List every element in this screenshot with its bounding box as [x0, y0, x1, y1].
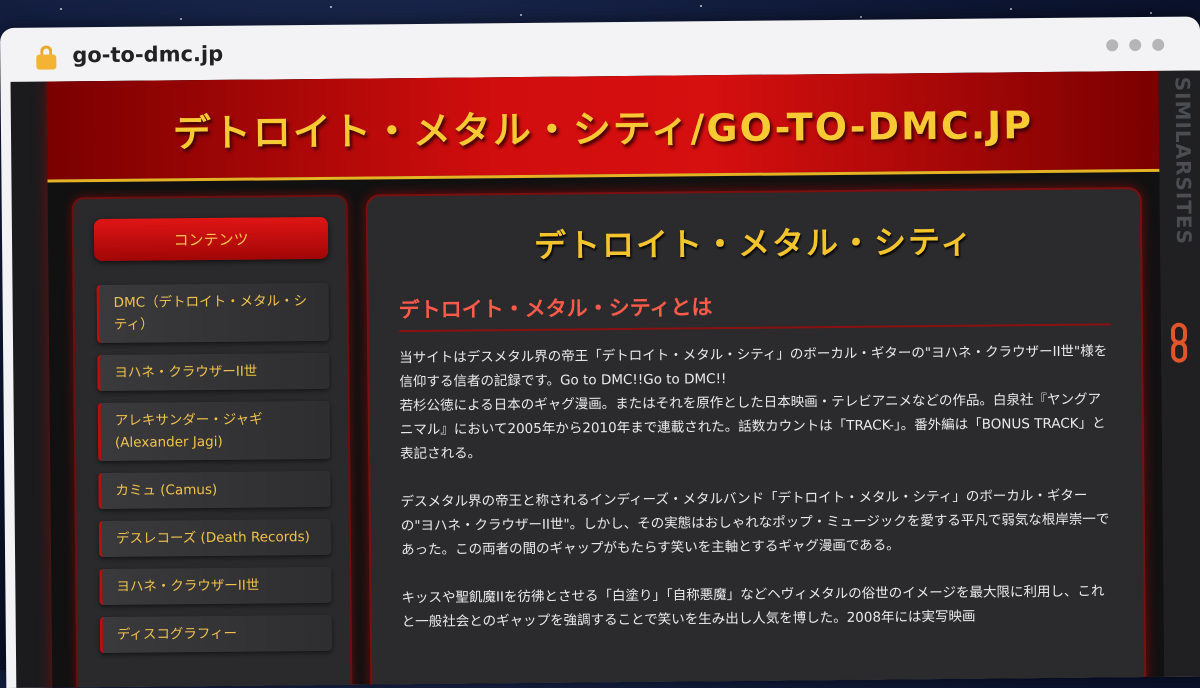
star-decoration [330, 6, 332, 8]
sidebar-heading: コンテンツ [93, 216, 329, 262]
lock-icon [36, 45, 57, 70]
paragraph-line: 若杉公徳による日本のギャグ漫画。またはそれを原作とした日本映画・テレビアニメなど… [399, 391, 1106, 463]
sidebar: コンテンツ DMC（デトロイト・メタル・シティ） ヨハネ・クラウザーII世 アレ… [71, 194, 353, 688]
browser-window: go-to-dmc.jp デトロイト・メタル・シティ/GO-TO-DMC.JP … [0, 16, 1200, 688]
sidebar-item-discography[interactable]: ディスコグラフィー [99, 614, 332, 654]
star-decoration [1150, 12, 1152, 14]
more-dots-icon[interactable] [1106, 38, 1165, 52]
site-title[interactable]: デトロイト・メタル・シティ/GO-TO-DMC.JP [173, 94, 1034, 157]
site-frame: デトロイト・メタル・シティ/GO-TO-DMC.JP コンテンツ DMC（デトロ… [46, 70, 1165, 688]
star-decoration [520, 14, 522, 16]
star-decoration [60, 8, 62, 10]
sidebar-item-death-records[interactable]: デスレコーズ (Death Records) [98, 518, 332, 558]
sidebar-item-krauser[interactable]: ヨハネ・クラウザーII世 [97, 352, 330, 392]
link-icon[interactable] [1169, 322, 1193, 365]
site-header: デトロイト・メタル・シティ/GO-TO-DMC.JP [46, 70, 1160, 183]
paragraph: キッスや聖飢魔IIを彷彿とさせる「白塗り」「自称悪魔」などヘヴィメタルの俗世のイ… [401, 583, 1105, 631]
page-viewport: デトロイト・メタル・シティ/GO-TO-DMC.JP コンテンツ DMC（デトロ… [10, 70, 1200, 688]
main-content: デトロイト・メタル・シティ デトロイト・メタル・シティとは 当サイトはデスメタル… [365, 187, 1147, 688]
similarsites-label[interactable]: SIMILARSITES [1163, 77, 1197, 246]
sidebar-item-jagi[interactable]: アレキサンダー・ジャギ (Alexander Jagi) [97, 400, 331, 462]
star-decoration [180, 18, 182, 20]
paragraph: デスメタル界の帝王と称されるインディーズ・メタルバンド「デトロイト・メタル・シテ… [400, 487, 1110, 559]
star-decoration [1010, 8, 1012, 10]
paragraph: 当サイトはデスメタル界の帝王「デトロイト・メタル・シティ」のボーカル・ギターの"… [399, 339, 1112, 466]
paragraph-line: 当サイトはデスメタル界の帝王「デトロイト・メタル・シティ」のボーカル・ギターの"… [399, 343, 1108, 391]
sidebar-nav: DMC（デトロイト・メタル・シティ） ヨハネ・クラウザーII世 アレキサンダー・… [96, 282, 332, 665]
page-title: デトロイト・メタル・シティ [533, 222, 975, 265]
star-decoration [700, 5, 702, 7]
sidebar-item-krauser-2[interactable]: ヨハネ・クラウザーII世 [99, 566, 332, 606]
star-decoration [860, 16, 862, 18]
sidebar-item-camus[interactable]: カミュ (Camus) [98, 470, 331, 510]
article-body: 当サイトはデスメタル界の帝王「デトロイト・メタル・シティ」のボーカル・ギターの"… [399, 339, 1114, 658]
address-bar-url[interactable]: go-to-dmc.jp [72, 42, 223, 67]
sidebar-item-dmc[interactable]: DMC（デトロイト・メタル・シティ） [96, 282, 330, 344]
section-heading: デトロイト・メタル・シティとは [398, 287, 1111, 333]
